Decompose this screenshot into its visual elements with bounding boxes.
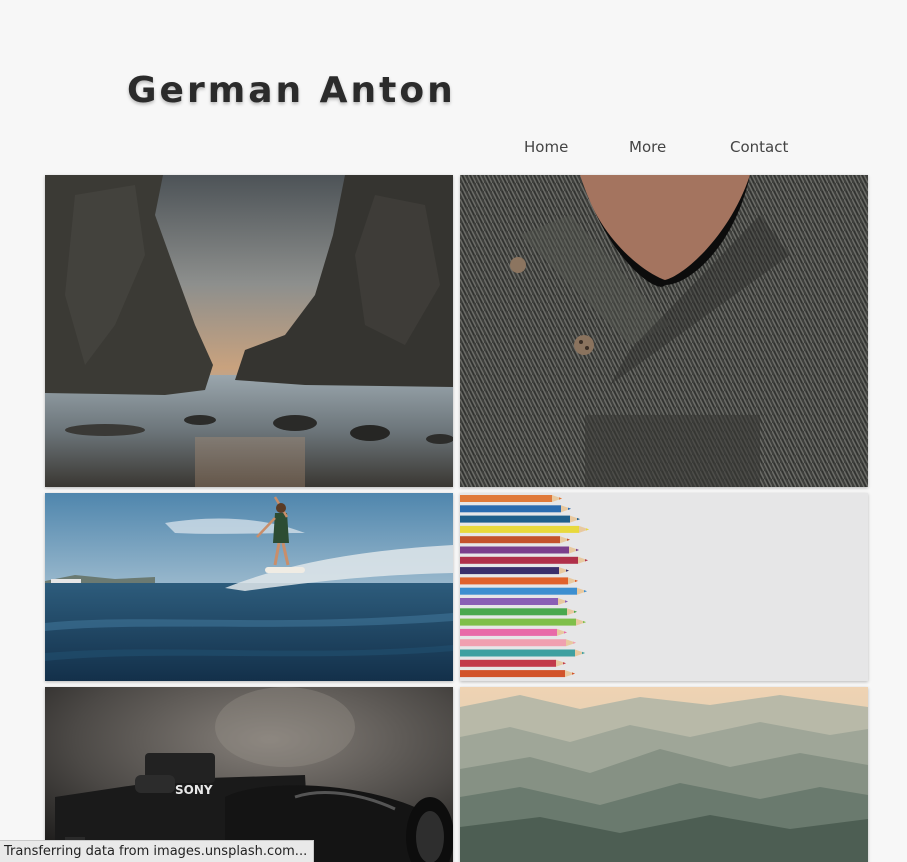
gallery-image-sweater[interactable] [460,175,868,487]
gallery-image-sea-rocks[interactable] [45,175,453,487]
gallery-image-camera[interactable]: SONY [45,687,453,862]
pencils-photo [460,493,868,681]
nav-link-home[interactable]: Home [524,138,568,156]
camera-brand-text: SONY [175,783,213,797]
sweater-photo [460,175,868,487]
surfer-photo [45,493,453,681]
gallery-image-mountains[interactable] [460,687,868,862]
main-nav: Home More Contact [0,138,907,160]
gallery-image-pencils[interactable] [460,493,868,681]
mountains-photo [460,687,868,862]
browser-status-bar: Transferring data from images.unsplash.c… [0,840,315,862]
camera-photo: SONY [45,687,453,862]
nav-link-more[interactable]: More [629,138,666,156]
gallery-image-surfer[interactable] [45,493,453,681]
site-title: German Anton [127,70,456,111]
nav-link-contact[interactable]: Contact [730,138,788,156]
sea-rocks-photo [45,175,453,487]
